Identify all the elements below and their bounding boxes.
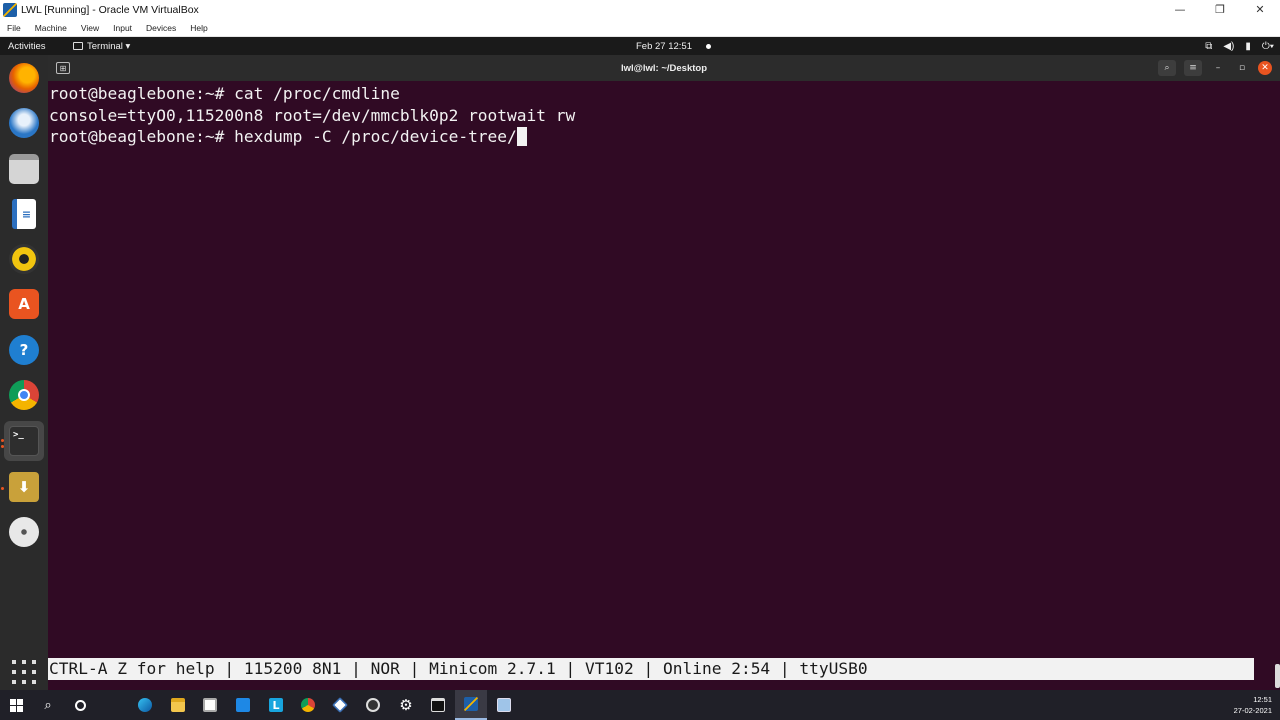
edge-icon[interactable] [129, 690, 161, 720]
menu-view[interactable]: View [81, 23, 99, 33]
taskbar-date: 27-02-2021 [1233, 706, 1272, 715]
network-app-icon[interactable] [488, 690, 520, 720]
rhythmbox-icon [9, 244, 39, 274]
hamburger-menu-icon[interactable]: ≡ [1184, 60, 1202, 76]
terminal-header-bar: ⊞ lwl@lwl: ~/Desktop ⌕ ≡ – ▫ ✕ [48, 55, 1280, 81]
menu-input[interactable]: Input [113, 23, 132, 33]
terminal-prompt-line: root@beaglebone:~# hexdump -C /proc/devi… [49, 126, 575, 148]
dock-software[interactable]: A [4, 284, 44, 324]
dock-terminal[interactable]: >_ [4, 421, 44, 461]
terminal-app-icon[interactable] [422, 690, 454, 720]
obs-icon[interactable] [357, 690, 389, 720]
libreoffice-writer-icon: ≡ [12, 199, 36, 229]
menu-help[interactable]: Help [190, 23, 207, 33]
terminal-line: root@beaglebone:~# cat /proc/cmdline [49, 84, 400, 103]
dock-thunderbird[interactable] [4, 103, 44, 143]
clock[interactable]: Feb 27 12:51 [636, 41, 711, 52]
new-tab-icon[interactable]: ⊞ [56, 62, 70, 74]
virtualbox-running-icon[interactable] [455, 690, 487, 720]
search-icon[interactable]: ⌕ [1158, 60, 1176, 76]
virtualbox-icon[interactable] [324, 690, 356, 720]
scrollbar[interactable] [1275, 664, 1280, 688]
activities-button[interactable]: Activities [8, 41, 45, 52]
chrome-icon [9, 380, 39, 410]
chrome-icon[interactable] [292, 690, 324, 720]
close-icon[interactable]: ✕ [1258, 61, 1272, 75]
terminal-small-icon [73, 42, 83, 50]
mail-icon[interactable] [227, 690, 259, 720]
firefox-icon [9, 63, 39, 93]
dock-chrome[interactable] [4, 375, 44, 415]
window-controls: — ❐ ✕ [1160, 0, 1280, 19]
minimize-icon[interactable]: – [1210, 60, 1226, 76]
menu-devices[interactable]: Devices [146, 23, 176, 33]
volume-icon: ◀) [1223, 40, 1235, 52]
terminal-title: lwl@lwl: ~/Desktop [620, 62, 708, 74]
virtualbox-title-bar: LWL [Running] - Oracle VM VirtualBox — ❐… [0, 0, 1280, 19]
libreoffice-icon[interactable]: L [260, 690, 292, 720]
ubuntu-dock: ≡ A ? >_ ⬇ [0, 55, 48, 690]
text-cursor [516, 127, 527, 146]
terminal-icon: >_ [9, 426, 39, 456]
minicom-status-bar: CTRL-A Z for help | 115200 8N1 | NOR | M… [48, 658, 1254, 680]
dock-rhythmbox[interactable] [4, 239, 44, 279]
restore-button[interactable]: ❐ [1200, 0, 1240, 19]
virtualbox-icon [3, 2, 17, 17]
dock-help[interactable]: ? [4, 330, 44, 370]
dock-firefox[interactable] [4, 58, 44, 98]
power-icon: ⏻▾ [1261, 40, 1274, 52]
file-explorer-icon[interactable] [162, 690, 194, 720]
maximize-icon[interactable]: ▫ [1234, 60, 1250, 76]
start-icon[interactable] [0, 690, 32, 720]
dock-install[interactable]: ⬇ [4, 467, 44, 507]
battery-icon: ▮ [1245, 40, 1251, 52]
app-menu-label: Terminal ▾ [87, 40, 131, 52]
menu-machine[interactable]: Machine [35, 23, 67, 33]
system-tray[interactable]: ⧉ ◀) ▮ ⏻▾ [1205, 41, 1274, 52]
dock-dvd[interactable] [4, 512, 44, 552]
minimize-button[interactable]: — [1160, 0, 1200, 19]
app-menu[interactable]: Terminal ▾ [73, 41, 130, 52]
terminal-area[interactable]: root@beaglebone:~# cat /proc/cmdline cons… [48, 81, 1280, 690]
menu-file[interactable]: File [7, 23, 21, 33]
terminal-output: root@beaglebone:~# cat /proc/cmdline cons… [49, 83, 575, 148]
thunderbird-icon [9, 108, 39, 138]
command-input[interactable]: root@beaglebone:~# hexdump -C /proc/devi… [49, 127, 517, 146]
help-icon: ? [9, 335, 39, 365]
settings-icon[interactable]: ⚙ [390, 690, 422, 720]
taskbar-clock[interactable]: 12:51 27-02-2021 [1234, 694, 1272, 716]
taskbar-time: 12:51 [1253, 695, 1272, 704]
show-applications-icon[interactable] [12, 660, 36, 684]
clock-label: Feb 27 12:51 [636, 40, 692, 52]
dvd-icon [9, 517, 39, 547]
ubuntu-software-icon: A [9, 289, 39, 319]
store-icon[interactable] [194, 690, 226, 720]
window-title: LWL [Running] - Oracle VM VirtualBox [21, 3, 199, 16]
close-button[interactable]: ✕ [1240, 0, 1280, 19]
task-view-icon[interactable] [64, 690, 96, 720]
terminal-line: console=ttyO0,115200n8 root=/dev/mmcblk0… [49, 105, 576, 125]
screen: LWL [Running] - Oracle VM VirtualBox — ❐… [0, 0, 1280, 720]
files-icon [9, 154, 39, 184]
dock-files[interactable] [4, 149, 44, 189]
search-icon[interactable]: ⌕ [32, 690, 64, 720]
network-icon: ⧉ [1205, 40, 1213, 52]
windows-taskbar: ⌕ L ⚙ 12:51 27-02-2021 [0, 690, 1280, 720]
gnome-top-bar: Activities Terminal ▾ Feb 27 12:51 ⧉ ◀) … [0, 37, 1280, 55]
dock-writer[interactable]: ≡ [4, 194, 44, 234]
install-icon: ⬇ [9, 472, 39, 502]
virtualbox-menu-bar: File Machine View Input Devices Help [0, 19, 1280, 37]
notification-dot-icon [706, 43, 711, 49]
